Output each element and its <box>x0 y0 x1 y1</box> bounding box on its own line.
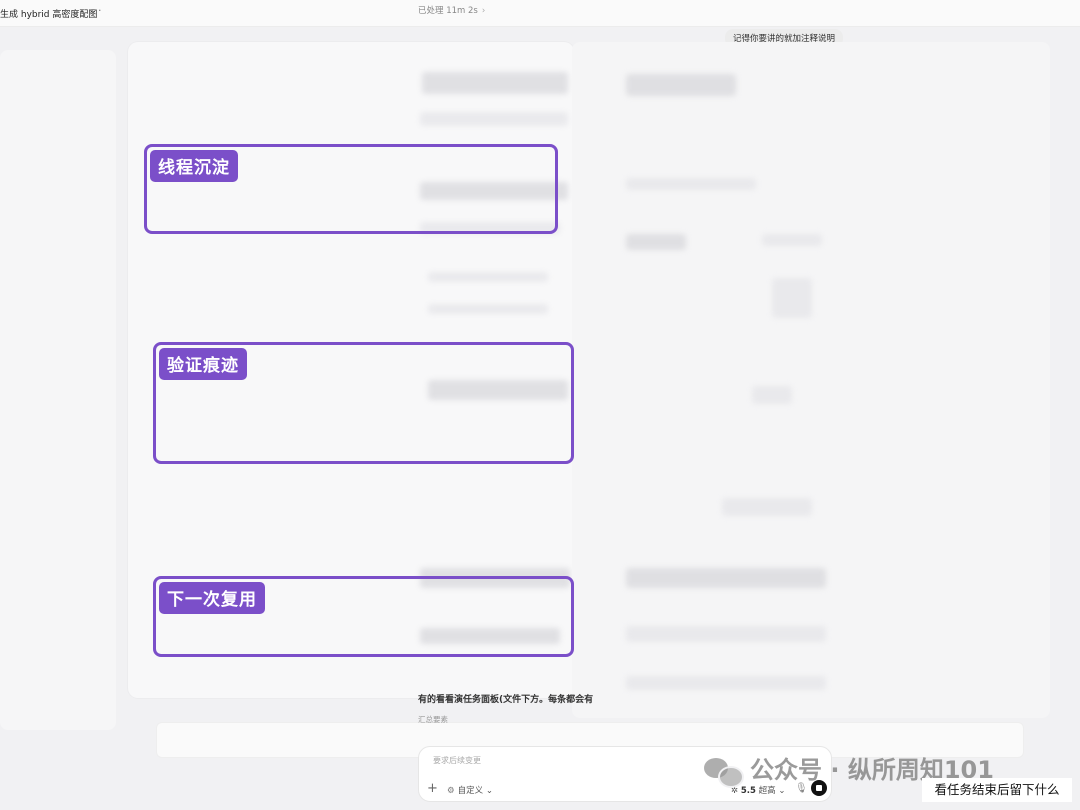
blurred-content <box>626 568 826 588</box>
add-attachment-icon[interactable]: + <box>427 781 438 796</box>
blurred-content <box>626 178 756 190</box>
blurred-content <box>626 74 736 96</box>
processed-time: 已处理 11m 2s <box>418 6 478 16</box>
blurred-content <box>428 304 548 314</box>
custom-mode-selector[interactable]: ⚙ 自定义 ⌄ <box>447 784 493 796</box>
top-bar: 生成 hybrid 高密度配图 ··· 已处理 11m 2s › <box>0 0 1080 27</box>
annotation-box-verify: 验证痕迹 <box>153 342 574 464</box>
summary-label: 汇总要素 <box>418 715 448 724</box>
blurred-content <box>626 626 826 642</box>
blurred-content <box>762 234 822 246</box>
gear-icon: ⚙ <box>447 786 455 796</box>
blurred-content <box>626 234 686 250</box>
blurred-content <box>772 278 812 318</box>
annotation-label: 线程沉淀 <box>150 150 238 182</box>
blurred-content <box>422 72 568 94</box>
more-options-icon[interactable]: ··· <box>89 4 103 17</box>
app-window: 生成 hybrid 高密度配图 ··· 已处理 11m 2s › 记得你要讲的就加… <box>0 0 1080 810</box>
thread-title[interactable]: 生成 hybrid 高密度配图 <box>0 7 97 20</box>
wechat-icon <box>704 756 744 788</box>
annotation-label: 验证痕迹 <box>159 348 247 380</box>
processed-status[interactable]: 已处理 11m 2s › <box>418 4 485 16</box>
left-blurred-panel <box>0 50 116 730</box>
response-text-fragment: 有的看看演任务面板(文件下方。每条都会有 <box>418 695 594 705</box>
blurred-content <box>420 112 568 126</box>
annotation-box-reuse: 下一次复用 <box>153 576 574 657</box>
blurred-content <box>752 386 792 404</box>
blurred-content <box>626 676 826 690</box>
chevron-down-icon: ⌄ <box>778 786 786 796</box>
model-mode: 超高 <box>758 786 776 796</box>
custom-mode-label: 自定义 <box>457 786 484 796</box>
right-blurred-panel <box>572 42 1050 718</box>
annotation-box-thread: 线程沉淀 <box>144 144 558 234</box>
chevron-down-icon: ⌄ <box>485 786 493 796</box>
blurred-content <box>428 272 548 282</box>
caption: 看任务结束后留下什么 <box>922 778 1072 802</box>
chevron-right-icon: › <box>481 6 486 16</box>
model-version: 5.5 <box>740 786 756 796</box>
composer-placeholder[interactable]: 要求后续变更 <box>433 755 481 766</box>
annotation-label: 下一次复用 <box>159 582 265 614</box>
blurred-content <box>722 498 812 516</box>
